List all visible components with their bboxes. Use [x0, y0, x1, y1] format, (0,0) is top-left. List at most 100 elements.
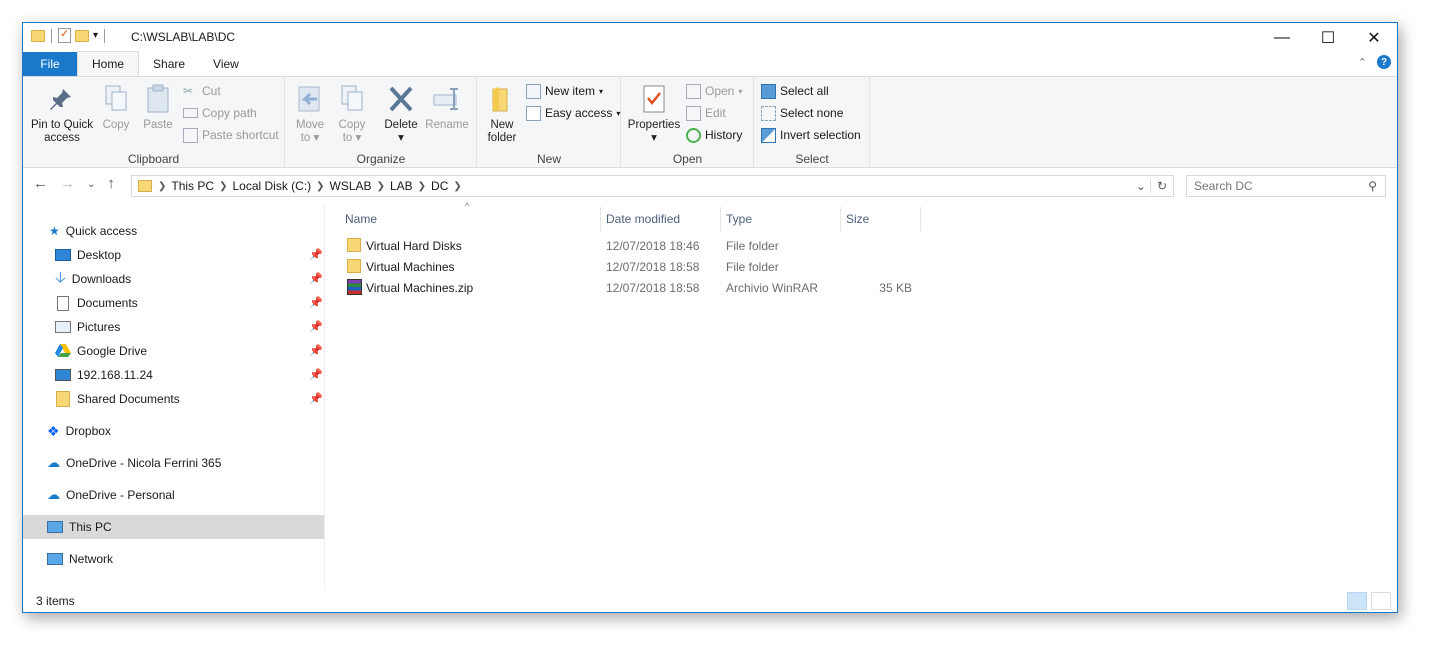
crumb-dc[interactable]: DC: [426, 179, 453, 193]
nav-network[interactable]: Network: [47, 547, 113, 571]
nav-documents[interactable]: Documents: [55, 291, 138, 315]
nav-this-pc[interactable]: This PC: [23, 515, 324, 539]
tab-file[interactable]: File: [23, 52, 77, 76]
select-all-button[interactable]: Select all: [761, 81, 829, 101]
select-none-button[interactable]: Select none: [761, 103, 843, 123]
onedrive-icon: ☁: [47, 487, 60, 502]
nav-network-location[interactable]: 192.168.11.24: [55, 363, 153, 387]
properties-button[interactable]: Properties ▾: [626, 83, 682, 145]
copy-to-button[interactable]: Copy to ▾: [334, 83, 370, 145]
tab-view[interactable]: View: [199, 52, 253, 76]
pin-quick-access-button[interactable]: Pin to Quick access: [29, 83, 95, 145]
copy-path-label: Copy path: [202, 106, 257, 120]
table-row[interactable]: Virtual Machines.zip 12/07/2018 18:58 Ar…: [341, 277, 921, 298]
nav-onedrive-business[interactable]: ☁ OneDrive - Nicola Ferrini 365: [47, 451, 221, 475]
column-date-modified[interactable]: Date modified: [606, 205, 716, 233]
invert-selection-button[interactable]: Invert selection: [761, 125, 861, 145]
properties-icon[interactable]: [58, 27, 71, 43]
delete-button[interactable]: Delete ▾: [382, 83, 420, 145]
customize-toolbar-icon[interactable]: ▾: [93, 30, 98, 41]
pin-icon[interactable]: 📌: [309, 296, 323, 309]
pin-icon[interactable]: 📌: [309, 248, 323, 261]
crumb-local-disk[interactable]: Local Disk (C:): [227, 179, 316, 193]
address-bar[interactable]: ❯ This PC ❯ Local Disk (C:) ❯ WSLAB ❯ LA…: [131, 175, 1174, 197]
paste-button[interactable]: Paste: [141, 83, 175, 132]
table-row[interactable]: Virtual Hard Disks 12/07/2018 18:46 File…: [341, 235, 921, 256]
file-type: File folder: [726, 260, 779, 274]
crumb-this-pc[interactable]: This PC: [166, 179, 219, 193]
nav-pictures[interactable]: Pictures: [55, 315, 120, 339]
pin-icon[interactable]: 📌: [309, 368, 323, 381]
nav-dropbox[interactable]: ❖ Dropbox: [47, 419, 111, 443]
copy-icon: [101, 83, 131, 115]
easy-access-label: Easy access: [545, 106, 613, 120]
pin-label: Pin to Quick: [31, 119, 93, 131]
recent-locations-icon[interactable]: ⌄: [87, 175, 95, 192]
organize-group-label: Organize: [356, 152, 406, 166]
pin-icon[interactable]: 📌: [309, 320, 323, 333]
nav-desktop[interactable]: Desktop: [55, 243, 325, 267]
nav-google-drive[interactable]: Google Drive: [55, 339, 147, 363]
cut-button[interactable]: ✂ Cut: [183, 81, 221, 101]
details-view-icon[interactable]: [1347, 592, 1367, 610]
column-name[interactable]: Name: [345, 205, 595, 233]
copy-button[interactable]: Copy: [99, 83, 133, 132]
title-bar: ▾ C:\WSLAB\LAB\DC — ☐ ✕: [23, 23, 1397, 52]
table-row[interactable]: Virtual Machines 12/07/2018 18:58 File f…: [341, 256, 921, 277]
new-item-button[interactable]: New item ▾: [526, 81, 603, 101]
paste-shortcut-button[interactable]: Paste shortcut: [183, 125, 279, 145]
search-icon[interactable]: ⚲: [1368, 179, 1385, 193]
file-name: Virtual Hard Disks: [366, 239, 462, 253]
select-group: Select all Select none Invert selection …: [755, 77, 870, 168]
move-to-label-2: to: [300, 132, 311, 144]
history-button[interactable]: History: [686, 125, 742, 145]
pin-icon[interactable]: 📌: [309, 344, 323, 357]
open-group-label: Open: [672, 152, 703, 166]
refresh-icon[interactable]: ↻: [1149, 179, 1173, 193]
tab-home[interactable]: Home: [77, 51, 140, 76]
up-icon[interactable]: ↑: [107, 175, 115, 192]
address-dropdown-icon[interactable]: ⌄: [1132, 179, 1150, 193]
crumb-lab[interactable]: LAB: [385, 179, 418, 193]
edit-button[interactable]: Edit: [686, 103, 726, 123]
forward-icon[interactable]: →: [60, 175, 75, 192]
new-folder-label-2: folder: [487, 132, 517, 144]
close-button[interactable]: ✕: [1351, 23, 1397, 52]
back-icon[interactable]: ←: [33, 175, 48, 192]
column-type[interactable]: Type: [726, 205, 836, 233]
search-input[interactable]: Search DC ⚲: [1186, 175, 1386, 197]
explorer-window: ▾ C:\WSLAB\LAB\DC — ☐ ✕ File Home Share …: [22, 22, 1398, 613]
tab-share[interactable]: Share: [139, 52, 199, 76]
copy-to-label-2: to: [342, 132, 353, 144]
select-all-icon: [761, 83, 776, 99]
nav-quick-access[interactable]: ★ Quick access: [49, 219, 137, 243]
collapse-ribbon-icon[interactable]: ⌃: [1358, 56, 1367, 69]
minimize-button[interactable]: —: [1259, 23, 1305, 52]
column-size[interactable]: Size: [846, 205, 916, 233]
move-to-button[interactable]: Move to ▾: [292, 83, 328, 145]
rename-button[interactable]: Rename: [424, 83, 470, 132]
folder-icon: [347, 238, 361, 252]
dropbox-icon: ❖: [47, 422, 60, 439]
easy-access-button[interactable]: Easy access ▾: [526, 103, 620, 123]
pin-icon: [47, 83, 77, 115]
download-arrow-icon: 🡣: [55, 268, 66, 286]
open-button[interactable]: Open ▾: [686, 81, 742, 101]
new-folder-icon[interactable]: [75, 29, 89, 42]
paste-icon: [143, 83, 173, 115]
maximize-button[interactable]: ☐: [1305, 23, 1351, 52]
clipboard-group: Pin to Quick access Copy Paste ✂ Cut Cop…: [23, 77, 285, 168]
column-label: Type: [726, 212, 753, 226]
new-folder-button[interactable]: New folder: [482, 83, 522, 145]
nav-downloads[interactable]: 🡣 Downloads: [55, 267, 131, 291]
pin-icon[interactable]: 📌: [309, 392, 323, 405]
nav-shared-documents[interactable]: Shared Documents: [55, 387, 180, 411]
pin-icon[interactable]: 📌: [309, 272, 323, 285]
large-icons-view-icon[interactable]: [1371, 592, 1391, 610]
help-icon[interactable]: ?: [1377, 55, 1391, 69]
onedrive-icon: ☁: [47, 455, 60, 470]
nav-onedrive-personal[interactable]: ☁ OneDrive - Personal: [47, 483, 175, 507]
new-group-label: New: [536, 152, 561, 166]
crumb-wslab[interactable]: WSLAB: [325, 179, 377, 193]
copy-path-button[interactable]: Copy path: [183, 103, 257, 123]
